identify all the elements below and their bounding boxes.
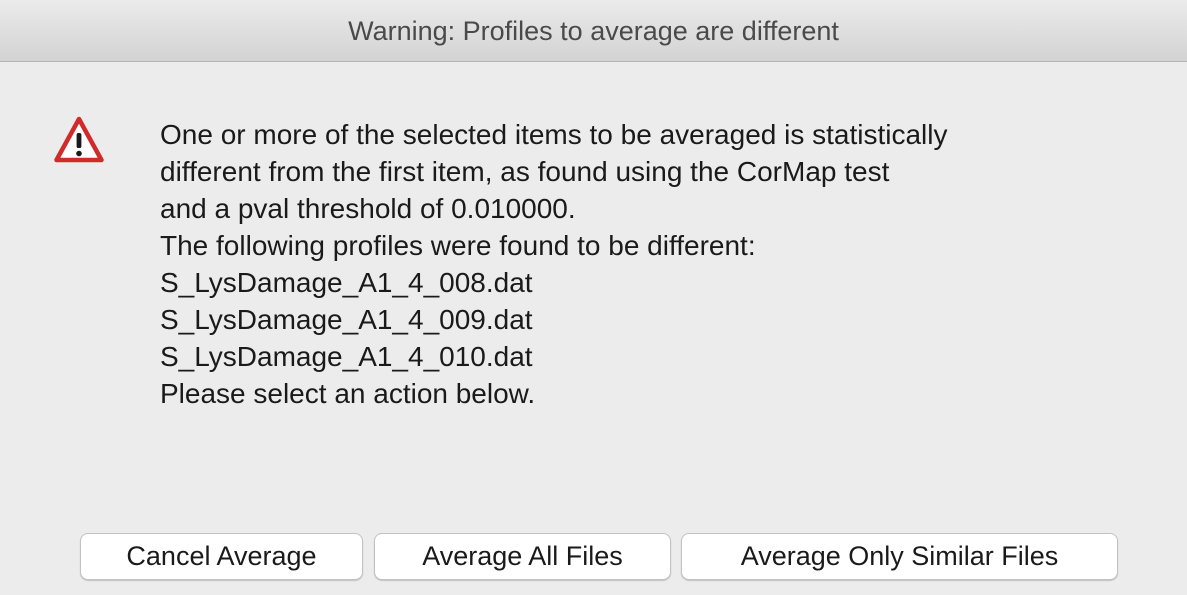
title-bar[interactable]: Warning: Profiles to average are differe…	[0, 0, 1187, 62]
file-name-line: S_LysDamage_A1_4_008.dat	[160, 267, 533, 298]
average-all-files-button[interactable]: Average All Files	[374, 533, 671, 580]
cancel-average-button[interactable]: Cancel Average	[80, 533, 363, 580]
file-name-line: S_LysDamage_A1_4_009.dat	[160, 304, 533, 335]
message-text: One or more of the selected items to be …	[160, 116, 1160, 412]
average-only-similar-files-button[interactable]: Average Only Similar Files	[681, 533, 1118, 580]
message-line: and a pval threshold of 0.010000.	[160, 193, 576, 224]
message-line: Please select an action below.	[160, 378, 536, 409]
file-name-line: S_LysDamage_A1_4_010.dat	[160, 341, 533, 372]
message-line: One or more of the selected items to be …	[160, 119, 948, 150]
message-line: The following profiles were found to be …	[160, 230, 756, 261]
window-title: Warning: Profiles to average are differe…	[348, 16, 839, 46]
warning-icon	[54, 116, 104, 163]
warning-dialog: Warning: Profiles to average are differe…	[0, 0, 1187, 595]
message-line: different from the first item, as found …	[160, 156, 890, 187]
